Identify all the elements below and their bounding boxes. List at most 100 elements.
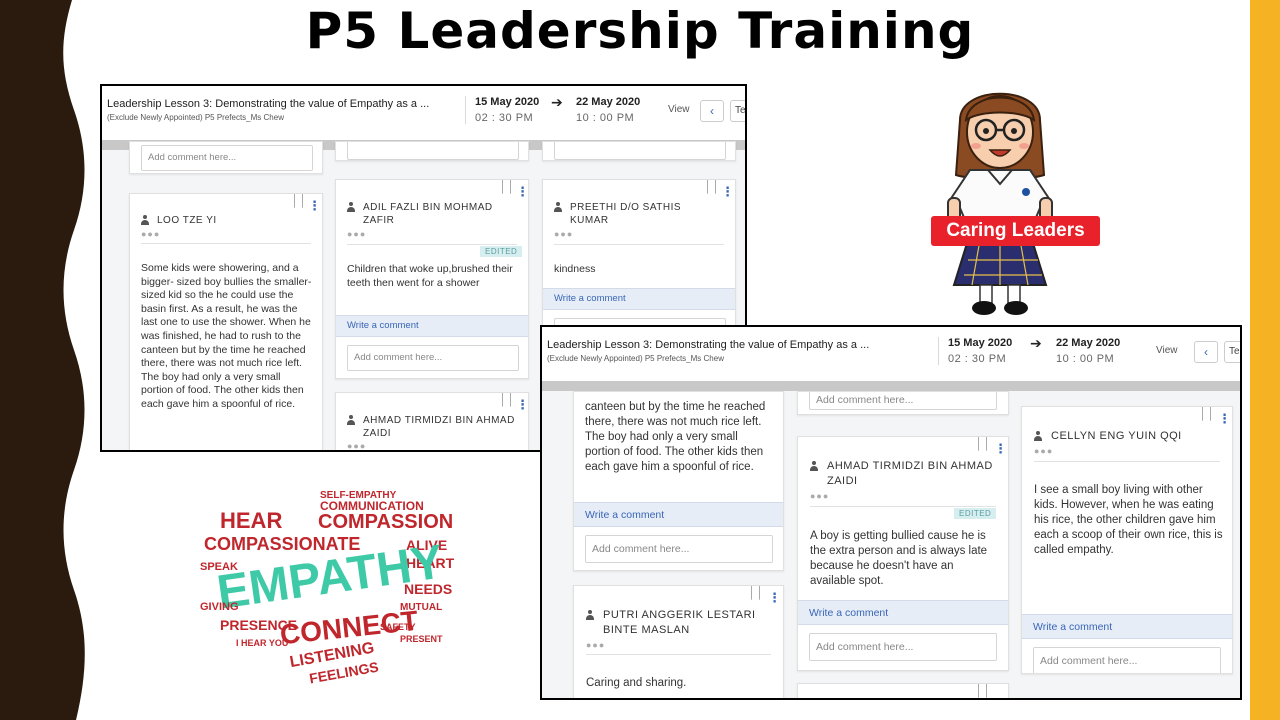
start-time: 02 : 30 PM [948,353,1007,365]
bookmark-icon[interactable] [502,180,511,194]
start-time: 02 : 30 PM [475,112,534,124]
card-partial-top [542,141,736,161]
post-card[interactable]: ⋮ PUTRI ANGGERIK LESTARI BINTE MASLAN ●●… [573,585,784,698]
right-accent-bar [1250,0,1280,720]
arrow-right-icon: ➔ [1030,335,1042,351]
user-icon [810,461,818,471]
lesson-title: Leadership Lesson 3: Demonstrating the v… [547,339,870,351]
lesson-title: Leadership Lesson 3: Demonstrating the v… [107,98,430,110]
end-date: 22 May 2020 [1056,337,1121,349]
start-date: 15 May 2020 [948,337,1013,349]
card-partial-top: Add comment here... [129,141,323,174]
add-comment-input[interactable]: Add comment here... [347,345,519,371]
more-options-icon[interactable]: ⋮ [994,442,1007,455]
bookmark-icon[interactable] [978,437,987,451]
more-options-icon[interactable]: ⋮ [308,199,321,212]
post-author: PUTRI ANGGERIK LESTARI BINTE MASLAN [603,609,756,636]
post-card[interactable]: ⋮ PREETHI D/O SATHIS KUMAR ●●● kindness … [542,179,736,339]
header-divider [465,96,466,124]
lesson-header: Leadership Lesson 3: Demonstrating the v… [542,327,1240,381]
edited-badge: EDITED [480,246,523,257]
author-dots: ●●● [347,229,367,239]
bookmark-icon[interactable] [294,194,303,208]
word-hear: HEAR [220,508,282,533]
left-wave-decoration [0,0,85,720]
add-comment-input[interactable]: Add comment here... [1033,647,1221,673]
next-button[interactable]: Te [730,100,745,122]
author-dots: ●●● [810,491,830,501]
chevron-left-icon[interactable]: ‹ [700,100,724,122]
add-comment-input[interactable]: Add comment here... [809,392,997,410]
post-text: Some kids were showering, and a bigger- … [141,262,312,410]
write-comment-link[interactable]: Write a comment [1022,614,1232,639]
post-card[interactable]: ⋮ AHMAD TIRMIDZI BIN AHMAD ZAIDI ●●● [335,392,529,451]
user-icon [141,215,149,225]
user-icon [347,415,355,425]
word-safety: SAFETY [380,622,416,632]
divider [347,244,517,245]
post-text: canteen but by the time he reached there… [585,401,766,473]
author-dots: ●●● [586,640,606,650]
bookmark-icon[interactable] [707,180,716,194]
caring-leaders-badge: Caring Leaders [931,216,1100,246]
write-comment-link[interactable]: Write a comment [543,288,735,310]
write-comment-link[interactable]: Write a comment [798,600,1008,625]
post-text: Children that woke up,brushed their teet… [347,263,513,289]
bookmark-icon[interactable] [751,586,760,600]
more-options-icon[interactable]: ⋮ [768,591,781,604]
lesson-header: Leadership Lesson 3: Demonstrating the v… [102,86,745,140]
post-card[interactable]: canteen but by the time he reached there… [573,391,784,571]
user-icon [1034,431,1042,441]
add-comment-input[interactable] [554,142,726,160]
post-text: A boy is getting bullied cause he is the… [810,530,988,587]
bookmark-icon[interactable] [978,684,987,698]
write-comment-link[interactable]: Write a comment [336,315,528,337]
post-text: Caring and sharing. [586,677,687,689]
card-partial-top: Add comment here... [797,391,1009,415]
author-dots: ●●● [347,441,367,451]
word-speak: SPEAK [200,561,238,573]
divider [586,654,771,655]
more-options-icon[interactable]: ⋮ [1218,412,1231,425]
user-icon [347,202,355,212]
chevron-left-icon[interactable]: ‹ [1194,341,1218,363]
post-author: ADIL FAZLI BIN MOHMAD ZAFIR [363,202,493,226]
add-comment-input[interactable]: Add comment here... [809,633,997,661]
word-compassion: COMPASSION [318,511,453,533]
bookmark-icon[interactable] [1202,407,1211,421]
word-giving: GIVING [200,601,239,613]
board-top-strip [542,381,1240,391]
divider [810,506,996,507]
student-character-illustration [947,92,1053,315]
post-card[interactable]: ⋮ CELLYN ENG YUIN QQI ●●● I see a small … [1021,406,1233,674]
add-comment-input[interactable] [347,142,519,160]
next-button[interactable]: Te [1224,341,1240,363]
word-needs: NEEDS [404,581,452,597]
post-text: I see a small boy living with other kids… [1034,484,1223,556]
empathy-word-cloud-heart: SELF-EMPATHY COMMUNICATION COMPASSION HE… [200,490,455,686]
post-card[interactable] [797,683,1009,698]
end-date: 22 May 2020 [576,96,641,108]
end-time: 10 : 00 PM [576,112,635,124]
view-label: View [668,104,690,115]
user-icon [586,610,594,620]
add-comment-input[interactable]: Add comment here... [585,535,773,563]
post-card[interactable]: ⋮ AHMAD TIRMIDZI BIN AHMAD ZAIDI ●●● EDI… [797,436,1009,671]
post-author: AHMAD TIRMIDZI BIN AHMAD ZAIDI [363,415,515,439]
post-author: LOO TZE YI [157,215,217,226]
more-options-icon[interactable]: ⋮ [516,185,528,198]
divider [1034,461,1220,462]
write-comment-link[interactable]: Write a comment [574,502,783,527]
author-dots: ●●● [554,229,574,239]
post-author: CELLYN ENG YUIN QQI [1051,430,1182,442]
lesson-subtitle: (Exclude Newly Appointed) P5 Prefects_Ms… [107,113,284,122]
add-comment-input[interactable]: Add comment here... [141,145,313,171]
more-options-icon[interactable]: ⋮ [721,185,734,198]
lesson-subtitle: (Exclude Newly Appointed) P5 Prefects_Ms… [547,354,724,363]
bookmark-icon[interactable] [502,393,511,407]
post-author: AHMAD TIRMIDZI BIN AHMAD ZAIDI [827,460,993,487]
post-card[interactable]: ⋮ LOO TZE YI ●●● Some kids were showerin… [129,193,323,450]
arrow-right-icon: ➔ [551,94,563,110]
more-options-icon[interactable]: ⋮ [516,398,528,411]
post-card[interactable]: ⋮ ADIL FAZLI BIN MOHMAD ZAFIR ●●● EDITED… [335,179,529,379]
